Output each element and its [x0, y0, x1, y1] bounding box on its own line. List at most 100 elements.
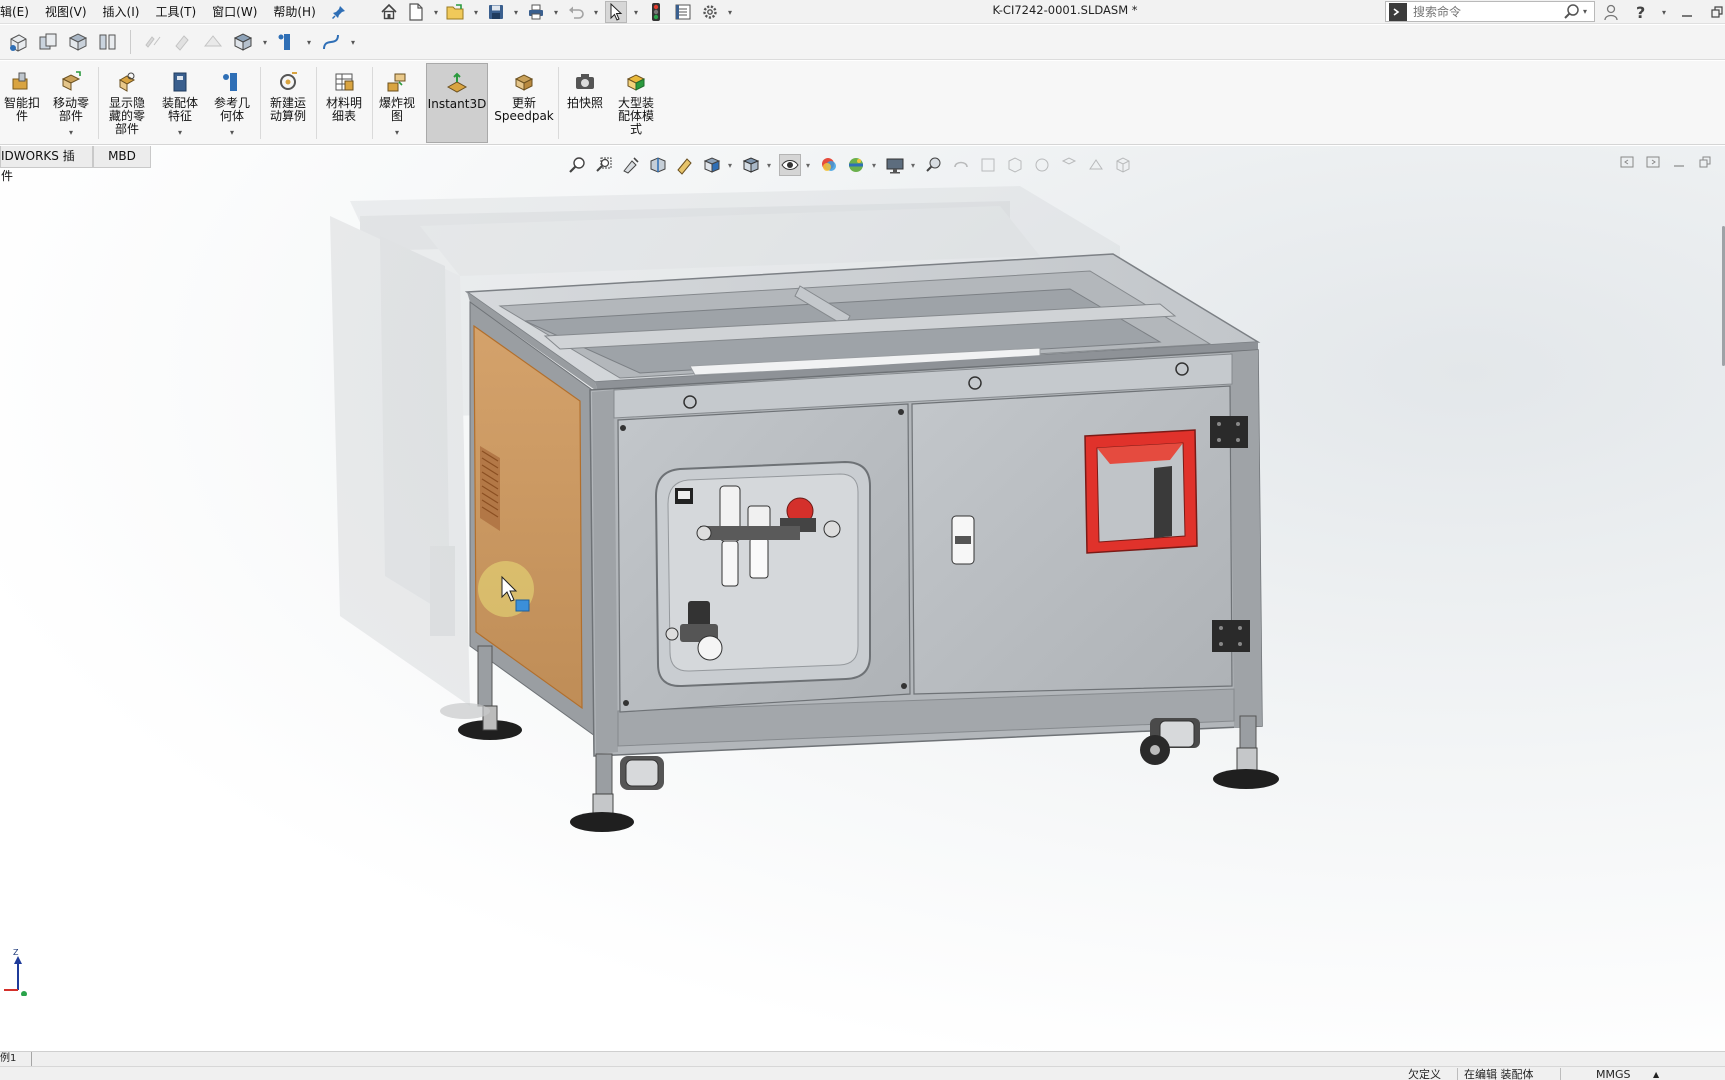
graphics-area[interactable]: ▾ ▾ ▾ ▾ ▾ Z: [0, 146, 1725, 1051]
linear-pattern-icon[interactable]: [96, 30, 120, 54]
open-folder-icon[interactable]: [445, 1, 467, 23]
view-orientation-dropdown-icon[interactable]: ▾: [728, 161, 735, 170]
menu-view[interactable]: 视图(V): [37, 2, 95, 22]
home-icon[interactable]: [378, 1, 400, 23]
display-style-dropdown-icon[interactable]: ▾: [767, 161, 774, 170]
viewport-split-left-icon[interactable]: [1619, 154, 1635, 170]
menu-tools[interactable]: 工具(T): [147, 2, 204, 22]
units-dropdown-icon[interactable]: ▲: [1653, 1068, 1659, 1080]
save-dropdown-icon[interactable]: ▾: [512, 1, 520, 23]
edit-appearance-icon[interactable]: [818, 154, 840, 176]
apply-scene-icon[interactable]: [845, 154, 867, 176]
print-dropdown-icon[interactable]: ▾: [552, 1, 560, 23]
undo-icon[interactable]: [565, 1, 587, 23]
move-component-button[interactable]: 移动零 部件 ▾: [46, 63, 96, 143]
tab-solidworks-addins[interactable]: IDWORKS 插件: [0, 146, 93, 183]
file-properties-icon[interactable]: [672, 1, 694, 23]
interference-icon[interactable]: [201, 30, 225, 54]
open-dropdown-icon[interactable]: ▾: [472, 1, 480, 23]
section-view-icon[interactable]: [647, 154, 669, 176]
help-dropdown-icon[interactable]: ▾: [1660, 1, 1668, 23]
menu-insert[interactable]: 插入(I): [95, 2, 148, 22]
show-hidden-components-button[interactable]: 显示隐 藏的零 部件: [101, 63, 153, 143]
display-style-dropdown-icon[interactable]: ▾: [261, 31, 269, 53]
display-style-shaded-icon[interactable]: [740, 154, 762, 176]
options-dropdown-icon[interactable]: ▾: [726, 1, 734, 23]
view-3d-icon[interactable]: [950, 154, 972, 176]
reference-geometry-button[interactable]: 参考几 何体 ▾: [206, 63, 258, 143]
display-style-icon[interactable]: [231, 30, 255, 54]
assembly-features-dropdown-icon[interactable]: ▾: [178, 126, 182, 139]
pin-menu-icon[interactable]: [330, 3, 348, 21]
units-selector[interactable]: MMGS: [1596, 1068, 1631, 1080]
view-settings-monitor-icon[interactable]: [884, 154, 906, 176]
curve-dropdown-icon[interactable]: ▾: [349, 31, 357, 53]
search-icon[interactable]: [1563, 3, 1581, 21]
previous-view-icon[interactable]: [620, 154, 642, 176]
new-dropdown-icon[interactable]: ▾: [432, 1, 440, 23]
search-input[interactable]: [1413, 4, 1563, 19]
take-snapshot-button[interactable]: 拍快照: [560, 63, 610, 143]
undo-dropdown-icon[interactable]: ▾: [592, 1, 600, 23]
bill-of-materials-button[interactable]: 材料明 细表: [318, 63, 370, 143]
select-dropdown-icon[interactable]: ▾: [632, 1, 640, 23]
viewport-restore-icon[interactable]: [1697, 154, 1713, 170]
assembly-features-button[interactable]: 装配体 特征 ▾: [154, 63, 206, 143]
component-preview-icon[interactable]: [66, 30, 90, 54]
menu-window[interactable]: 窗口(W): [204, 2, 265, 22]
exploded-view-dropdown-icon[interactable]: ▾: [395, 126, 399, 139]
view-settings-dropdown-icon[interactable]: ▾: [911, 161, 918, 170]
insert-components-icon[interactable]: [6, 30, 30, 54]
update-speedpak-button[interactable]: 更新 Speedpak: [492, 63, 556, 143]
view-right-icon[interactable]: [1058, 154, 1080, 176]
mirror-components-icon[interactable]: [141, 30, 165, 54]
help-icon[interactable]: ?: [1630, 1, 1652, 23]
apply-scene-dropdown-icon[interactable]: ▾: [872, 161, 879, 170]
dynamic-annotation-icon[interactable]: [674, 154, 696, 176]
viewport-split-right-icon[interactable]: [1645, 154, 1661, 170]
exploded-view-button[interactable]: 爆炸视 图 ▾: [374, 63, 420, 143]
assembly-model-view[interactable]: [0, 146, 1725, 1051]
new-document-icon[interactable]: [405, 1, 427, 23]
mate-icon[interactable]: [36, 30, 60, 54]
rebuild-traffic-light-icon[interactable]: [645, 1, 667, 23]
print-icon[interactable]: [525, 1, 547, 23]
smart-fastener-button[interactable]: 智能扣 件: [0, 63, 44, 143]
hide-show-items-eye-icon[interactable]: [779, 154, 801, 176]
zoom-to-area-icon[interactable]: [593, 154, 615, 176]
search-commands-box[interactable]: ▾: [1385, 1, 1595, 22]
reference-geometry-dropdown-icon[interactable]: ▾: [230, 126, 234, 139]
menu-help[interactable]: 帮助(H): [265, 2, 323, 22]
view-orientation-icon[interactable]: [701, 154, 723, 176]
ribbon-separator: [372, 67, 373, 139]
save-icon[interactable]: [485, 1, 507, 23]
view-back-icon[interactable]: [1004, 154, 1026, 176]
minimize-window-icon[interactable]: [1676, 1, 1698, 23]
tab-mbd[interactable]: MBD: [93, 146, 151, 168]
select-cursor-icon[interactable]: [605, 1, 627, 23]
restore-window-icon[interactable]: [1706, 1, 1725, 23]
view-top-icon[interactable]: [1085, 154, 1107, 176]
hide-show-dropdown-icon[interactable]: ▾: [806, 161, 813, 170]
menu-edit[interactable]: 辑(E): [0, 2, 37, 22]
reference-plane-icon[interactable]: [275, 30, 299, 54]
render-tools-icon[interactable]: [923, 154, 945, 176]
view-front-icon[interactable]: [977, 154, 999, 176]
ribbon-separator: [558, 67, 559, 139]
viewport-minimize-icon[interactable]: [1671, 154, 1687, 170]
instant3d-icon: [444, 70, 470, 96]
search-dropdown-icon[interactable]: ▾: [1581, 1, 1589, 23]
new-motion-study-button[interactable]: 新建运 动算例: [262, 63, 314, 143]
user-account-icon[interactable]: [1600, 1, 1622, 23]
tab-model-1[interactable]: 例1: [0, 1052, 32, 1066]
instant3d-button[interactable]: Instant3D: [426, 63, 488, 143]
smart-mates-icon[interactable]: [171, 30, 195, 54]
options-gear-icon[interactable]: [699, 1, 721, 23]
view-left-icon[interactable]: [1031, 154, 1053, 176]
reference-dropdown-icon[interactable]: ▾: [305, 31, 313, 53]
move-component-dropdown-icon[interactable]: ▾: [69, 126, 73, 139]
view-isometric-icon[interactable]: [1112, 154, 1134, 176]
large-assembly-mode-button[interactable]: 大型装 配体模 式: [610, 63, 662, 143]
zoom-to-fit-icon[interactable]: [566, 154, 588, 176]
curve-sketch-icon[interactable]: [319, 30, 343, 54]
